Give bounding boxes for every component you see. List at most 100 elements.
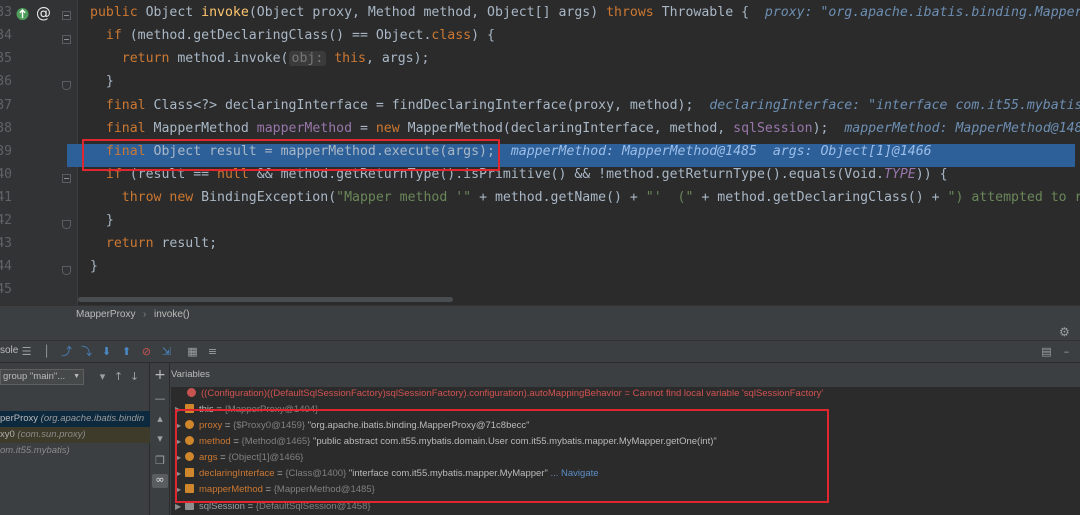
down-arrow-icon[interactable]: ↓	[128, 370, 141, 383]
variables-side-toolbar: + — ▴ ▾ ❐ ∞	[150, 363, 170, 515]
debug-toolbar: sole ☰ │ ⤴ ⤵ ⬇ ⬆ ⊘ ⇲ ▦ ≡ ▤ –	[0, 341, 1080, 363]
step-out-icon[interactable]: ⬆	[120, 345, 133, 358]
line-number: 34	[0, 28, 12, 43]
expand-arrow-icon: ▶	[175, 502, 182, 511]
implementation-marker-icon[interactable]	[16, 7, 29, 21]
line-number: 33	[0, 5, 12, 20]
variable-row[interactable]: ▶ method = {Method@1465} "public abstract…	[175, 434, 717, 450]
inline-debug-value: proxy: "org.apache.ibatis.binding.Mapper…	[764, 5, 1080, 20]
fold-end-icon[interactable]	[62, 266, 71, 275]
variable-row[interactable]: ▶ mapperMethod = {MapperMethod@1485}	[175, 482, 375, 498]
frames-panel: group "main"... ▼ ▾ ↑ ↓ perProxy (org.apa…	[0, 363, 150, 515]
variable-row[interactable]: ▶ this = {MapperProxy@1404}	[175, 402, 318, 418]
variable-row[interactable]: ▶ args = {Object[1]@1466}	[175, 450, 303, 466]
console-tab-label[interactable]: sole	[0, 345, 18, 356]
line-number: 36	[0, 74, 12, 89]
expand-arrow-icon: ▶	[175, 485, 182, 494]
show-execution-point-icon[interactable]: ⤴	[60, 345, 73, 358]
frame-item[interactable]: perProxy (org.apache.ibatis.bindin	[0, 411, 144, 427]
up-arrow-icon[interactable]: ↑	[112, 370, 125, 383]
breadcrumb-class[interactable]: MapperProxy	[76, 306, 135, 323]
code-line: public Object invoke(Object proxy, Metho…	[90, 5, 1080, 28]
parameter-icon	[185, 420, 194, 429]
watch-row[interactable]: ((Configuration)((DefaultSqlSessionFacto…	[187, 386, 823, 402]
move-down-icon[interactable]: ▾	[154, 433, 166, 445]
remove-watch-icon[interactable]: —	[154, 393, 166, 405]
fold-marker-icon[interactable]	[62, 35, 71, 44]
code-line: }	[90, 74, 114, 89]
code-line: return method.invoke(obj: this, args);	[90, 51, 430, 66]
field-icon	[185, 501, 194, 510]
breadcrumb-separator: ›	[143, 309, 147, 320]
move-up-icon[interactable]: ▴	[154, 413, 166, 425]
step-over-icon[interactable]: ⤵	[80, 345, 93, 358]
debug-header: ⚙	[0, 323, 1080, 341]
filter-icon[interactable]: ▾	[96, 370, 109, 383]
separator-icon: │	[43, 345, 50, 358]
code-line: final Class<?> declaringInterface = find…	[90, 98, 1080, 121]
line-number: 44	[0, 259, 12, 274]
expand-arrow-icon: ▶	[175, 469, 182, 478]
gear-icon[interactable]: ⚙	[1059, 325, 1070, 339]
layout-icon[interactable]: ▤	[1040, 345, 1053, 358]
fold-end-icon[interactable]	[62, 81, 71, 90]
menu-icon[interactable]: ☰	[20, 345, 33, 358]
inline-debug-value: mapperMethod: MapperMethod@1485	[844, 121, 1080, 136]
add-watch-icon[interactable]: +	[154, 368, 166, 382]
inline-debug-value: declaringInterface: "interface com.it55.…	[709, 98, 1080, 113]
error-icon	[187, 388, 196, 397]
variables-header: ⁺⇌ ▭ Variables	[171, 363, 1080, 387]
line-number: 35	[0, 51, 12, 66]
line-number: 41	[0, 190, 12, 205]
run-to-cursor-icon[interactable]: ⇲	[160, 345, 173, 358]
frame-item[interactable]: xy0 (com.sun.proxy)	[0, 427, 150, 443]
code-line: final MapperMethod mapperMethod = new Ma…	[90, 121, 1080, 144]
copy-icon[interactable]: ❐	[154, 455, 166, 467]
line-number: 40	[0, 167, 12, 182]
minimize-icon[interactable]: –	[1060, 345, 1073, 358]
horizontal-scrollbar[interactable]	[78, 297, 453, 302]
line-number: 43	[0, 236, 12, 251]
thread-selector[interactable]: group "main"... ▼	[0, 369, 84, 385]
code-line: if (result == null && method.getReturnTy…	[90, 167, 948, 182]
frame-item[interactable]: om.it55.mybatis)	[0, 443, 70, 459]
evaluate-icon[interactable]: ▦	[186, 345, 199, 358]
breadcrumb-method[interactable]: invoke()	[154, 306, 190, 323]
variable-row[interactable]: ▶ sqlSession = {DefaultSqlSession@1458}	[175, 499, 371, 515]
expand-arrow-icon: ▶	[175, 405, 182, 414]
breadcrumb: MapperProxy › invoke()	[0, 305, 1080, 323]
expand-arrow-icon: ▶	[175, 453, 182, 462]
trace-icon[interactable]: ≡	[206, 345, 219, 358]
fold-marker-icon[interactable]	[62, 174, 71, 183]
expand-arrow-icon: ▶	[175, 421, 182, 430]
code-line: return result;	[90, 236, 218, 251]
code-line: throw new BindingException("Mapper metho…	[90, 190, 1080, 205]
variable-row[interactable]: ▶ declaringInterface = {Class@1400} "inte…	[175, 466, 599, 482]
line-number: 37	[0, 98, 12, 113]
debug-tool-window: ⚙ sole ☰ │ ⤴ ⤵ ⬇ ⬆ ⊘ ⇲ ▦ ≡ ▤ – group "ma…	[0, 323, 1080, 515]
drop-frame-icon[interactable]: ⊘	[140, 345, 153, 358]
parameter-hint: obj:	[288, 51, 327, 66]
line-number: 42	[0, 213, 12, 228]
parameter-icon	[185, 436, 194, 445]
fold-end-icon[interactable]	[62, 220, 71, 229]
field-icon	[185, 404, 194, 413]
line-number: 45	[0, 282, 12, 297]
watches-toggle-icon[interactable]: ∞	[152, 474, 168, 488]
variable-row[interactable]: ▶ proxy = {$Proxy0@1459} "org.apache.ibat…	[175, 418, 530, 434]
variable-icon	[185, 484, 194, 493]
variables-title: Variables	[171, 369, 210, 380]
variables-panel: ⁺⇌ ▭ Variables ((Configuration)((Default…	[171, 363, 1080, 515]
parameter-icon	[185, 452, 194, 461]
fold-marker-icon[interactable]	[62, 11, 71, 20]
expand-arrow-icon: ▶	[175, 437, 182, 446]
navigate-link[interactable]: ... Navigate	[548, 468, 598, 479]
code-editor[interactable]: 33 34 35 36 37 38 39 40 41 42 43 44 45 @…	[0, 0, 1080, 305]
code-line: if (method.getDeclaringClass() == Object…	[90, 28, 495, 43]
line-number: 38	[0, 121, 12, 136]
line-number: 39	[0, 144, 12, 159]
override-at-icon[interactable]: @	[36, 4, 51, 22]
current-execution-line: final Object result = mapperMethod.execu…	[90, 144, 932, 159]
step-into-icon[interactable]: ⬇	[100, 345, 113, 358]
inline-debug-value: mapperMethod: MapperMethod@1485 args: Ob…	[510, 144, 932, 159]
